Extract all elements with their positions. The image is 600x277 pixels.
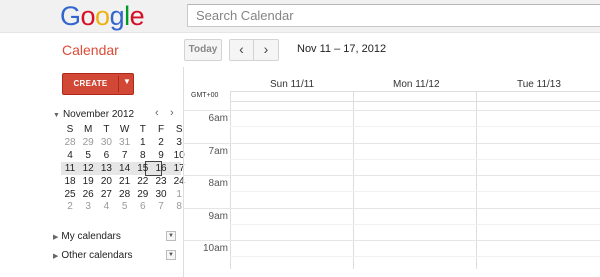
mini-calendar-weekday: S bbox=[66, 124, 74, 135]
mini-calendar-next-button[interactable]: › bbox=[170, 107, 174, 119]
mini-calendar-day[interactable]: 22 bbox=[134, 175, 152, 188]
mini-calendar-weekday: T bbox=[139, 124, 146, 135]
mini-calendar-day[interactable]: 20 bbox=[97, 175, 115, 188]
create-button-label[interactable]: CREATE bbox=[63, 74, 118, 94]
hour-line bbox=[183, 207, 600, 209]
mini-calendar-day[interactable]: 7 bbox=[152, 200, 170, 213]
mini-calendar-day[interactable]: 15 bbox=[134, 162, 152, 175]
mini-calendar-day[interactable]: 7 bbox=[116, 149, 134, 162]
mini-calendar-day[interactable]: 2 bbox=[61, 200, 79, 213]
mini-calendar-day[interactable]: 14 bbox=[116, 162, 134, 175]
next-period-button[interactable]: › bbox=[254, 39, 279, 61]
mini-calendar-day[interactable]: 28 bbox=[61, 136, 79, 149]
half-hour-line bbox=[230, 191, 600, 193]
mini-calendar-day[interactable]: 11 bbox=[61, 162, 79, 175]
hour-label: 8am bbox=[208, 178, 228, 189]
mini-calendar-day[interactable]: 8 bbox=[134, 149, 152, 162]
mini-calendar-month-label: November 2012 bbox=[62, 109, 135, 120]
my-calendars-toggle[interactable]: ▶ My calendars bbox=[53, 231, 121, 242]
half-hour-line bbox=[230, 158, 600, 160]
mini-calendar-day[interactable]: 9 bbox=[152, 149, 170, 162]
mini-calendar-day[interactable]: 29 bbox=[79, 136, 97, 149]
search-input[interactable] bbox=[188, 5, 600, 26]
create-button[interactable]: CREATE ▼ bbox=[62, 73, 134, 95]
hour-line bbox=[183, 110, 600, 111]
mini-calendar-weekday: M bbox=[84, 124, 93, 135]
timezone-label: GMT+00 bbox=[191, 92, 219, 99]
half-hour-line bbox=[230, 126, 600, 128]
mini-calendar-day[interactable]: 30 bbox=[152, 188, 170, 201]
mini-calendar-weekday: W bbox=[119, 124, 130, 135]
half-hour-line bbox=[230, 256, 600, 258]
my-calendars-menu-icon[interactable]: ▼ bbox=[166, 231, 176, 241]
day-header-sun[interactable]: Sun 11/11 bbox=[270, 79, 314, 90]
mini-calendar-day[interactable]: 16 bbox=[152, 162, 170, 175]
hour-label: 6am bbox=[208, 113, 228, 124]
mini-calendar-day[interactable]: 30 bbox=[97, 136, 115, 149]
create-button-divider bbox=[118, 76, 119, 92]
chevron-left-icon: ‹ bbox=[239, 41, 244, 57]
mini-calendar-day[interactable]: 25 bbox=[61, 188, 79, 201]
mini-calendar-day[interactable]: 18 bbox=[61, 175, 79, 188]
mini-calendar-day[interactable]: 23 bbox=[152, 175, 170, 188]
half-hour-line bbox=[230, 223, 600, 225]
today-button[interactable]: Today bbox=[184, 39, 222, 61]
mini-calendar-prev-button[interactable]: ‹ bbox=[155, 107, 159, 119]
day-header-tue[interactable]: Tue 11/13 bbox=[517, 79, 561, 90]
time-column-divider bbox=[230, 91, 231, 269]
my-calendars-label: My calendars bbox=[61, 231, 121, 242]
expand-triangle-icon: ▶ bbox=[53, 234, 59, 241]
collapse-triangle-icon[interactable]: ▼ bbox=[53, 112, 60, 119]
logo-letter: g bbox=[109, 1, 125, 31]
mini-calendar-day[interactable]: 2 bbox=[152, 136, 170, 149]
google-logo[interactable]: Google bbox=[60, 1, 145, 32]
mini-calendar-weekday: F bbox=[157, 124, 165, 135]
hour-label: 9am bbox=[208, 210, 228, 222]
day-column-divider bbox=[476, 91, 477, 269]
search-box[interactable] bbox=[187, 4, 600, 27]
logo-letter: o bbox=[95, 1, 110, 31]
date-range-label: Nov 11 – 17, 2012 bbox=[297, 43, 387, 55]
mini-calendar-day[interactable]: 5 bbox=[116, 200, 134, 213]
hour-line bbox=[183, 142, 600, 144]
other-calendars-menu-icon[interactable]: ▼ bbox=[166, 250, 176, 260]
mini-calendar-day[interactable]: 13 bbox=[97, 162, 115, 175]
app-title[interactable]: Calendar bbox=[62, 42, 119, 58]
logo-letter: G bbox=[60, 1, 81, 31]
mini-calendar-day[interactable]: 21 bbox=[116, 175, 134, 188]
prev-period-button[interactable]: ‹ bbox=[229, 39, 254, 61]
other-calendars-toggle[interactable]: ▶ Other calendars bbox=[53, 250, 133, 261]
mini-calendar-day[interactable]: 28 bbox=[116, 188, 134, 201]
mini-calendar-day[interactable]: 29 bbox=[134, 188, 152, 201]
mini-calendar-day[interactable]: 19 bbox=[79, 175, 97, 188]
logo-letter: e bbox=[129, 1, 145, 31]
hour-line bbox=[183, 175, 600, 176]
create-dropdown-icon[interactable]: ▼ bbox=[123, 77, 131, 86]
mini-calendar-day[interactable]: 4 bbox=[61, 149, 79, 162]
mini-calendar-day[interactable]: 4 bbox=[97, 200, 115, 213]
mini-calendar-weekday: T bbox=[103, 124, 110, 135]
mini-calendar-day[interactable]: 6 bbox=[97, 149, 115, 162]
expand-triangle-icon: ▶ bbox=[53, 253, 59, 260]
all-day-row[interactable] bbox=[230, 91, 600, 102]
day-column-divider bbox=[353, 91, 354, 269]
hour-line bbox=[183, 240, 600, 241]
mini-calendar-day[interactable]: 31 bbox=[116, 136, 134, 149]
mini-calendar-day[interactable]: 26 bbox=[79, 188, 97, 201]
hour-label: 10am bbox=[202, 243, 228, 254]
mini-calendar-day[interactable]: 6 bbox=[134, 200, 152, 213]
mini-calendar-day[interactable]: 1 bbox=[134, 136, 152, 149]
day-header-mon[interactable]: Mon 11/12 bbox=[393, 79, 440, 90]
other-calendars-label: Other calendars bbox=[61, 250, 133, 261]
mini-calendar-day[interactable]: 5 bbox=[79, 149, 97, 162]
logo-letter: o bbox=[80, 1, 96, 31]
chevron-right-icon: › bbox=[263, 41, 269, 57]
hour-label: 7am bbox=[208, 145, 228, 157]
mini-calendar-month[interactable]: ▼ November 2012 bbox=[53, 109, 134, 120]
mini-calendar-day[interactable]: 3 bbox=[79, 200, 97, 213]
mini-calendar-day[interactable]: 12 bbox=[79, 162, 97, 175]
mini-calendar-day[interactable]: 27 bbox=[97, 188, 115, 201]
